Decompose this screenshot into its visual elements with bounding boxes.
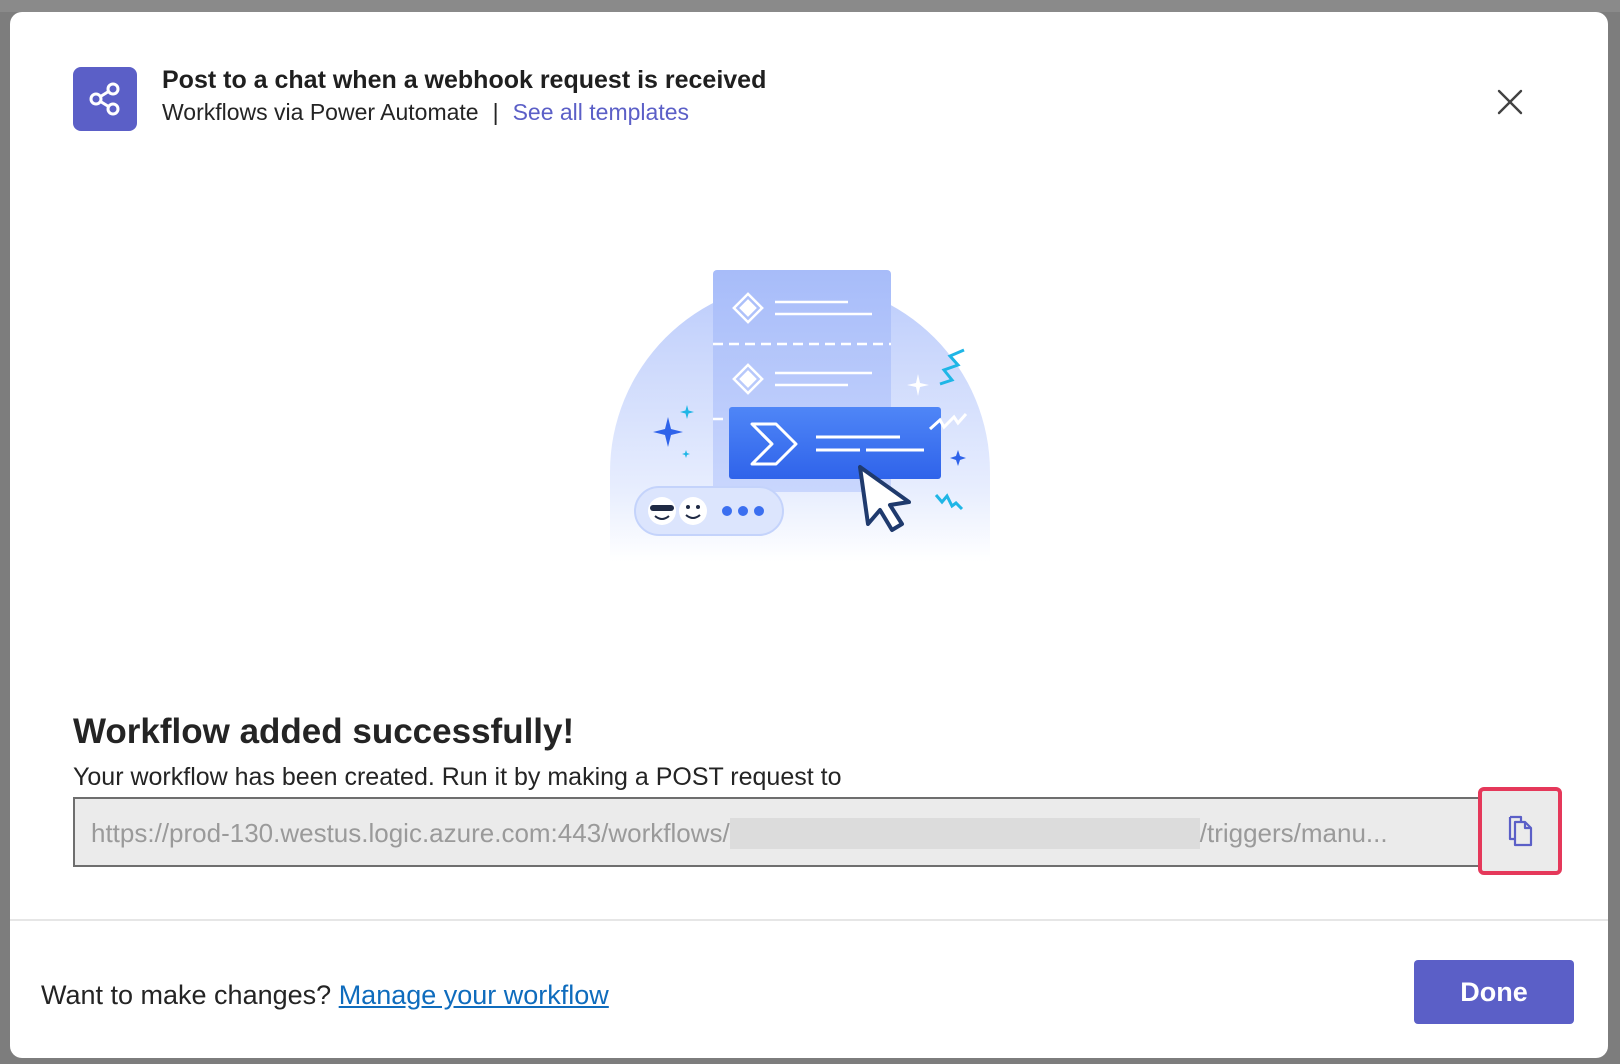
workflow-app-icon (73, 67, 137, 131)
footer-prompt-text: Want to make changes? (41, 980, 332, 1010)
close-icon (1497, 89, 1523, 115)
copy-url-button[interactable] (1478, 787, 1562, 875)
workflow-dialog: Post to a chat when a webhook request is… (10, 12, 1608, 1058)
footer-divider (10, 919, 1608, 921)
url-suffix: /triggers/manu... (1199, 818, 1388, 848)
webhook-url-field[interactable]: https://prod-130.westus.logic.azure.com:… (73, 787, 1562, 875)
dialog-subtitle: Workflows via Power Automate | See all tem… (162, 99, 689, 126)
dialog-title: Post to a chat when a webhook request is… (162, 66, 767, 94)
url-prefix: https://prod-130.westus.logic.azure.com:… (91, 818, 730, 848)
webhook-url-text[interactable]: https://prod-130.westus.logic.azure.com:… (91, 818, 1421, 850)
success-description: Your workflow has been created. Run it b… (73, 763, 842, 791)
workflow-source: Workflows via Power Automate (162, 99, 479, 125)
workflow-illustration (610, 270, 990, 562)
footer-prompt: Want to make changes? Manage your workfl… (41, 980, 609, 1011)
copy-icon (1508, 815, 1533, 847)
success-title: Workflow added successfully! (73, 712, 575, 751)
close-button[interactable] (1490, 82, 1530, 122)
header-separator: | (492, 99, 499, 125)
done-button[interactable]: Done (1414, 960, 1574, 1024)
url-redacted-segment (729, 818, 1200, 850)
share-nodes-icon (89, 82, 120, 116)
manage-workflow-link[interactable]: Manage your workflow (339, 980, 609, 1010)
background-app (0, 0, 1620, 12)
see-all-templates-link[interactable]: See all templates (513, 99, 689, 125)
